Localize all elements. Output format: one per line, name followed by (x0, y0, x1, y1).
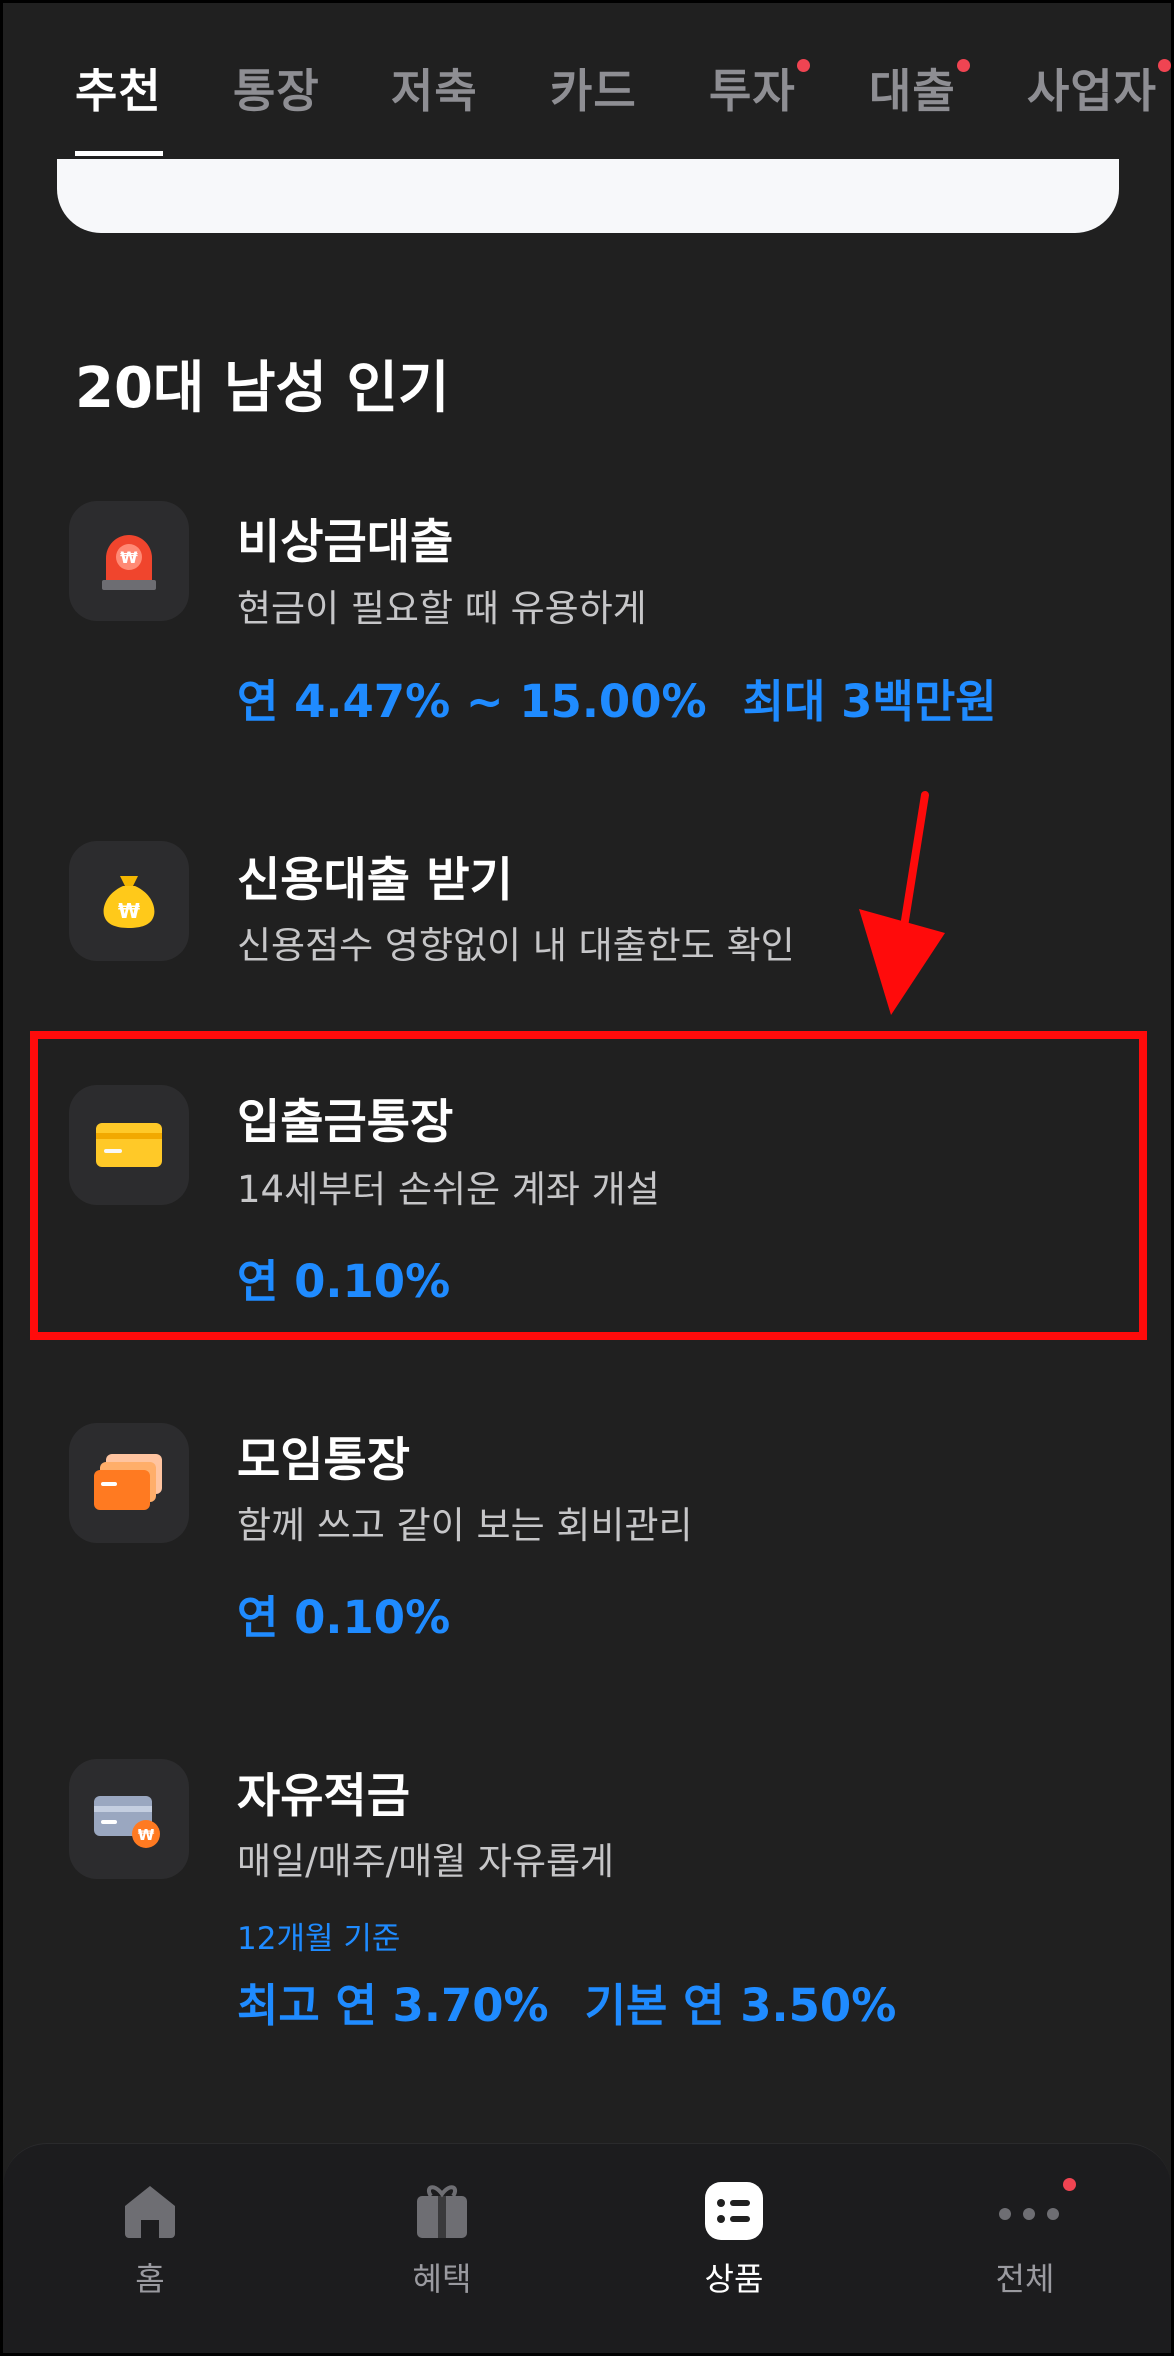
tab-card[interactable]: 카드 (550, 55, 637, 121)
nav-home[interactable]: 홈 (70, 2180, 230, 2300)
savings-card-icon: ₩ (69, 1759, 189, 1879)
siren-icon: ₩ (69, 501, 189, 621)
gift-icon (411, 2180, 473, 2242)
banner-card[interactable] (57, 159, 1119, 233)
product-title: 모임통장 (237, 1433, 410, 1488)
notification-dot (796, 59, 810, 72)
nav-label: 상품 (704, 2260, 764, 2298)
tab-recommend[interactable]: 추천 (75, 55, 162, 121)
nav-label: 전체 (995, 2260, 1055, 2298)
notification-dot (1157, 59, 1171, 72)
product-description: 현금이 필요할 때 유용하게 (237, 587, 647, 630)
svg-text:₩: ₩ (138, 1826, 155, 1844)
product-base-rate: 기본 연 3.50% (584, 1979, 897, 2032)
product-rate: 연 0.10% (237, 1591, 451, 1644)
svg-text:₩: ₩ (118, 899, 140, 923)
red-arrow-annotation (859, 791, 945, 1015)
product-description: 함께 쓰고 같이 보는 회비관리 (237, 1504, 693, 1547)
product-title: 자유적금 (237, 1769, 410, 1824)
section-title: 20대 남성 인기 (75, 356, 450, 421)
orange-cards-icon (69, 1423, 189, 1543)
tab-savings[interactable]: 저축 (391, 55, 478, 121)
tab-account[interactable]: 통장 (233, 55, 320, 121)
nav-all[interactable]: 전체 (945, 2178, 1105, 2300)
product-title: 비상금대출 (237, 515, 454, 570)
money-bag-icon: ₩ (69, 841, 189, 961)
nav-label: 홈 (135, 2260, 165, 2298)
product-limit: 최대 3백만원 (742, 675, 997, 728)
nav-benefits[interactable]: 혜택 (362, 2180, 522, 2300)
tab-loan[interactable]: 대출 (869, 55, 970, 121)
tab-investment[interactable]: 투자 (709, 55, 810, 121)
app-screen: 추천 통장 저축 카드 투자 대출 사업자 20대 남성 인기 ₩ 비상금대출 … (3, 3, 1171, 2353)
more-dots-icon (994, 2178, 1076, 2242)
red-highlight-box (30, 1031, 1147, 1340)
home-icon (119, 2180, 181, 2242)
category-tabs: 추천 통장 저축 카드 투자 대출 사업자 (3, 3, 1171, 163)
nav-products[interactable]: 상품 (654, 2180, 814, 2300)
product-description: 매일/매주/매월 자유롭게 (237, 1840, 615, 1883)
active-tab-indicator (75, 151, 163, 156)
nav-label: 혜택 (412, 2260, 472, 2298)
svg-text:₩: ₩ (120, 548, 138, 567)
tab-business[interactable]: 사업자 (1027, 55, 1171, 121)
product-description: 신용점수 영향없이 내 대출한도 확인 (237, 924, 795, 967)
notification-dot (1063, 2178, 1076, 2191)
products-list-icon (703, 2180, 765, 2242)
product-title: 신용대출 받기 (237, 853, 513, 908)
notification-dot (956, 59, 970, 72)
product-rate: 연 4.47% ~ 15.00% 최대 3백만원 (237, 675, 997, 728)
product-rate: 최고 연 3.70% 기본 연 3.50% (237, 1979, 897, 2032)
bottom-navigation: 홈 혜택 상품 전체 (3, 2143, 1171, 2353)
product-term-note: 12개월 기준 (237, 1921, 401, 1957)
